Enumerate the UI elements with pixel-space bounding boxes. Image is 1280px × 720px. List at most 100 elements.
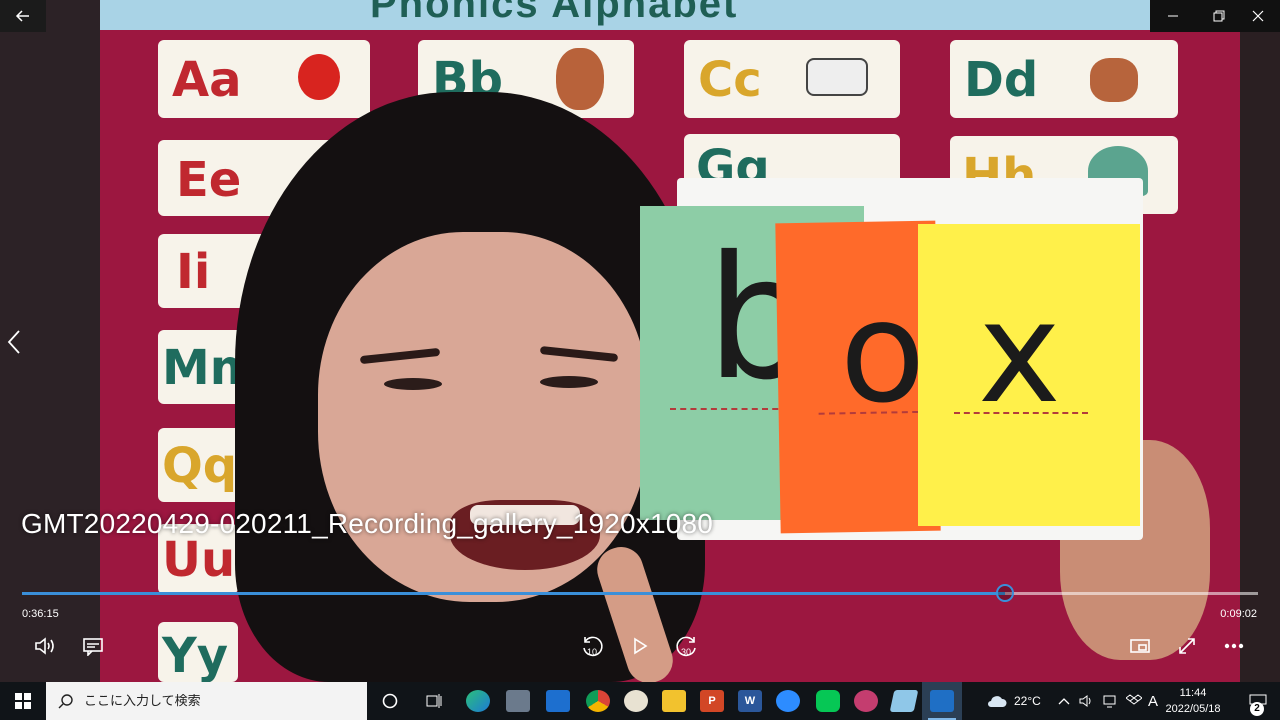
dropbox-icon	[1126, 694, 1142, 705]
more-icon	[1224, 643, 1244, 649]
skip-back-label: 10	[587, 647, 598, 657]
taskbar-search[interactable]	[46, 682, 367, 720]
notification-count: 2	[1250, 702, 1264, 716]
skip-forward-label: 30	[681, 647, 692, 657]
speaker-icon	[1079, 695, 1091, 707]
minimize-icon	[1168, 15, 1178, 17]
cow-icon	[806, 58, 868, 96]
guide-line	[954, 412, 1088, 414]
person-eye	[540, 376, 598, 388]
more-options-button[interactable]	[1218, 632, 1250, 660]
file-explorer-icon	[662, 690, 686, 712]
paint-icon	[624, 690, 648, 712]
minimize-button[interactable]	[1150, 0, 1196, 32]
movies-tv-icon	[930, 690, 954, 712]
skip-forward-button[interactable]: 30	[671, 632, 703, 660]
poster-letter: Cc	[698, 52, 762, 108]
network-button[interactable]	[1102, 682, 1118, 720]
previous-button[interactable]	[0, 322, 28, 362]
line-button[interactable]	[808, 682, 848, 720]
poster-letter: Uu	[162, 532, 236, 588]
poster-tile: Yy	[158, 622, 238, 682]
close-icon	[1252, 10, 1264, 22]
mail-button[interactable]	[538, 682, 578, 720]
background-wall-right	[1240, 0, 1280, 682]
edge-button[interactable]	[458, 682, 498, 720]
movies-tv-button[interactable]	[922, 682, 962, 720]
poster-letter: Ee	[176, 152, 242, 208]
video-frame[interactable]: Phonics Alphabet Aa Bb Cc Dd Ee Gg Hh Ii…	[0, 0, 1280, 682]
taskbar: P W 22°C A 11:44 2022/05/18 2	[0, 682, 1280, 720]
miniplayer-button[interactable]	[1124, 632, 1156, 660]
poster-tile: Cc	[684, 40, 900, 118]
app-icon	[506, 690, 530, 712]
volume-button[interactable]	[29, 632, 61, 660]
windows-icon	[15, 693, 31, 709]
paint3d-icon	[854, 690, 878, 712]
person-eye	[384, 378, 442, 390]
seek-bar[interactable]	[22, 584, 1258, 602]
back-button[interactable]	[0, 0, 46, 32]
task-view-icon	[426, 694, 442, 708]
powerpoint-icon: P	[700, 690, 724, 712]
subtitles-button[interactable]	[77, 632, 109, 660]
app2-button[interactable]	[884, 682, 924, 720]
letter-card-o: o	[775, 220, 941, 534]
volume-icon	[35, 637, 54, 655]
powerpoint-button[interactable]: P	[692, 682, 732, 720]
word-icon: W	[738, 690, 762, 712]
elapsed-time: 0:36:15	[22, 608, 59, 620]
poster-letter: Dd	[964, 52, 1039, 108]
weather-temp: 22°C	[1014, 694, 1041, 708]
task-view-button[interactable]	[414, 682, 454, 720]
mail-icon	[546, 690, 570, 712]
paint-button[interactable]	[616, 682, 656, 720]
start-button[interactable]	[0, 682, 46, 720]
search-icon	[58, 694, 73, 709]
network-icon	[1103, 695, 1116, 708]
arrow-left-icon	[15, 10, 29, 22]
search-input[interactable]	[84, 693, 344, 709]
restore-icon	[1213, 10, 1225, 22]
word-button[interactable]: W	[730, 682, 770, 720]
cortana-button[interactable]	[370, 682, 410, 720]
remaining-time: 0:09:02	[1220, 608, 1257, 620]
file-explorer-button[interactable]	[654, 682, 694, 720]
tray-expand-button[interactable]	[1058, 682, 1070, 720]
close-button[interactable]	[1236, 0, 1280, 32]
seek-thumb[interactable]	[995, 584, 1014, 602]
clock-time: 11:44	[1179, 687, 1207, 699]
clock-date: 2022/05/18	[1165, 703, 1221, 715]
zoom-icon	[776, 690, 800, 712]
title-bar	[0, 0, 1280, 32]
play-button[interactable]	[624, 632, 656, 660]
line-icon	[816, 690, 840, 712]
poster-letter: Ii	[176, 244, 211, 300]
dropbox-button[interactable]	[1126, 682, 1142, 720]
weather-widget[interactable]: 22°C	[986, 682, 1041, 720]
clock[interactable]: 11:44 2022/05/18	[1158, 685, 1228, 717]
apple-icon	[298, 54, 340, 100]
subtitles-icon	[83, 638, 103, 656]
skip-back-button[interactable]: 10	[576, 632, 608, 660]
poster-letter: Qq	[162, 438, 238, 494]
poster-tile: Dd	[950, 40, 1178, 118]
edge-icon	[466, 690, 490, 712]
dog-icon	[1090, 58, 1138, 102]
seek-progress	[22, 592, 1005, 595]
zoom-button[interactable]	[768, 682, 808, 720]
chrome-button[interactable]	[578, 682, 618, 720]
app-button[interactable]	[498, 682, 538, 720]
app2-icon	[889, 690, 919, 712]
paint3d-button[interactable]	[846, 682, 886, 720]
poster-letter: Yy	[162, 628, 229, 682]
card-letter: x	[978, 272, 1061, 435]
bear-icon	[556, 48, 604, 110]
ime-indicator[interactable]: A	[1148, 682, 1158, 720]
poster-tile: Aa	[158, 40, 370, 118]
card-letter: o	[838, 270, 927, 436]
chevron-left-icon	[7, 330, 20, 354]
fullscreen-button[interactable]	[1171, 632, 1203, 660]
volume-tray-button[interactable]	[1079, 682, 1095, 720]
miniplayer-icon	[1130, 639, 1150, 653]
